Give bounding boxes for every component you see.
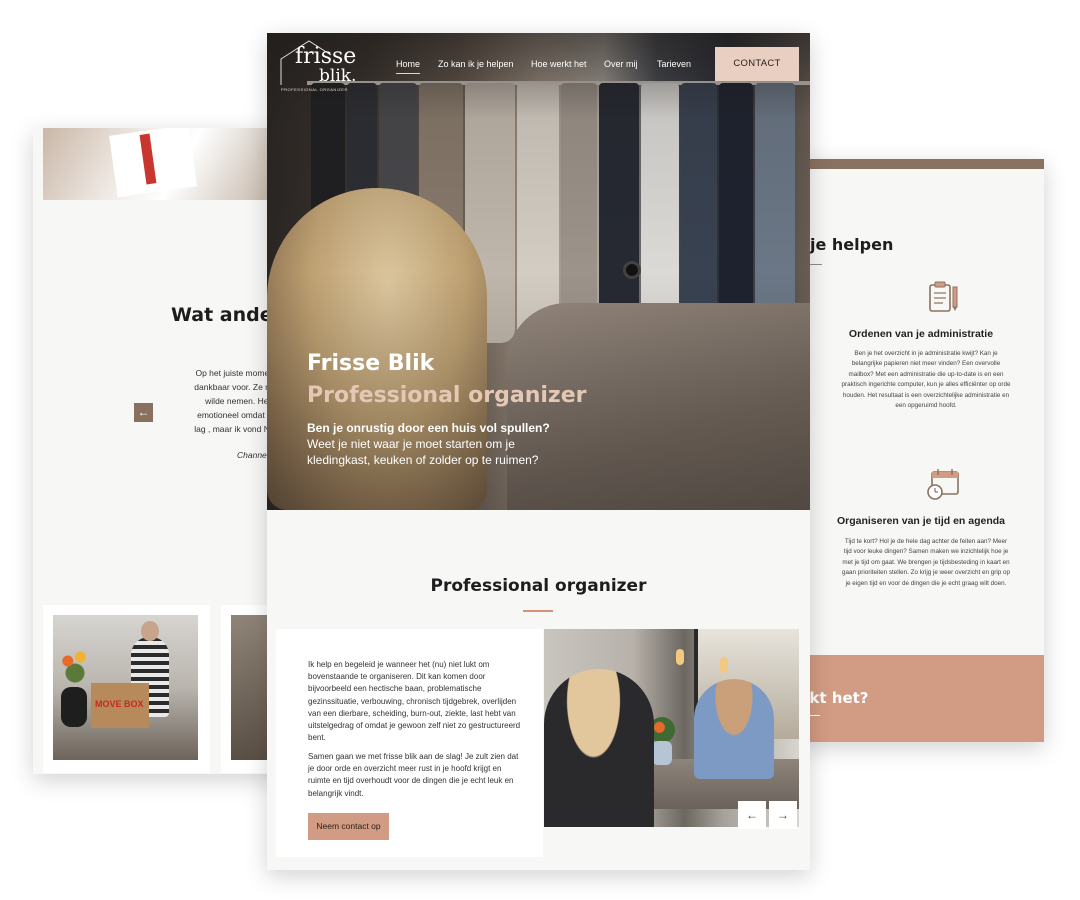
section-title: Professional organizer bbox=[430, 576, 647, 596]
move-box-label: MOVE BOX bbox=[95, 699, 144, 709]
neem-contact-op-button[interactable]: Neem contact op bbox=[308, 813, 389, 840]
hands-papers-photo bbox=[43, 128, 291, 200]
right-page-preview: je helpen Ordenen van je administratie B… bbox=[798, 159, 1044, 742]
logo[interactable]: frisse blik. PROFESSIONAL ORGANIZER bbox=[279, 39, 357, 93]
move-box-photo: MOVE BOX bbox=[53, 615, 198, 760]
hero-text-line1: Weet je niet waar je moet starten om je bbox=[307, 437, 515, 451]
intro-text-card: Ik help en begeleid je wanneer het (nu) … bbox=[276, 629, 543, 857]
how-it-works-banner: rkt het? bbox=[798, 655, 1044, 742]
service-text-agenda: Tijd te kort? Hol je de hele dag achter … bbox=[841, 538, 1010, 587]
slider-prev-button[interactable]: ← bbox=[738, 801, 766, 829]
arrow-left-icon: ← bbox=[137, 405, 150, 419]
center-page-preview: frisse blik. PROFESSIONAL ORGANIZER Home… bbox=[267, 33, 810, 870]
slider-next-button[interactable]: → bbox=[769, 801, 797, 829]
arrow-right-icon: → bbox=[777, 808, 789, 822]
intro-paragraph-1: Ik help en begeleid je wanneer het (nu) … bbox=[308, 660, 521, 743]
arrow-left-icon: ← bbox=[746, 808, 758, 822]
service-title-agenda: Organiseren van je tijd en agenda bbox=[836, 515, 1006, 527]
clipboard-pencil-icon bbox=[929, 281, 958, 312]
top-accent-bar bbox=[798, 159, 1044, 169]
left-page-preview: Wat andere ← Op het juiste moment i dank… bbox=[33, 128, 291, 774]
service-title-administratie: Ordenen van je administratie bbox=[848, 328, 994, 340]
testimonial-author: Channe bbox=[237, 450, 267, 460]
photo-card-move-box: MOVE BOX bbox=[43, 605, 210, 773]
nav-hoe-werkt-het[interactable]: Hoe werkt het bbox=[531, 59, 587, 69]
how-it-works-heading: rkt het? bbox=[802, 689, 869, 707]
section-underline bbox=[523, 610, 553, 612]
contact-button[interactable]: CONTACT bbox=[715, 47, 799, 81]
heading-underline bbox=[808, 264, 822, 265]
nav-tarieven[interactable]: Tarieven bbox=[657, 59, 691, 69]
meeting-photo bbox=[544, 629, 799, 827]
nav-zo-kan-ik-je-helpen[interactable]: Zo kan ik je helpen bbox=[438, 59, 514, 69]
hero-subtitle: Professional organizer bbox=[307, 383, 587, 408]
service-text-administratie: Ben je het overzicht in je administratie… bbox=[841, 350, 1011, 410]
main-navigation: frisse blik. PROFESSIONAL ORGANIZER Home… bbox=[267, 33, 810, 95]
calendar-clock-icon bbox=[927, 469, 959, 500]
intro-paragraph-2: Samen gaan we met frisse blik aan de sla… bbox=[308, 752, 519, 798]
hero-text-line2: kledingkast, keuken of zolder op te ruim… bbox=[307, 453, 539, 467]
nav-over-mij[interactable]: Over mij bbox=[604, 59, 638, 69]
nav-home[interactable]: Home bbox=[396, 59, 421, 74]
services-heading: je helpen bbox=[810, 235, 894, 254]
testimonial-prev-button[interactable]: ← bbox=[134, 403, 153, 422]
hero-title: Frisse Blik bbox=[307, 351, 435, 376]
hero-question: Ben je onrustig door een huis vol spulle… bbox=[307, 421, 550, 435]
